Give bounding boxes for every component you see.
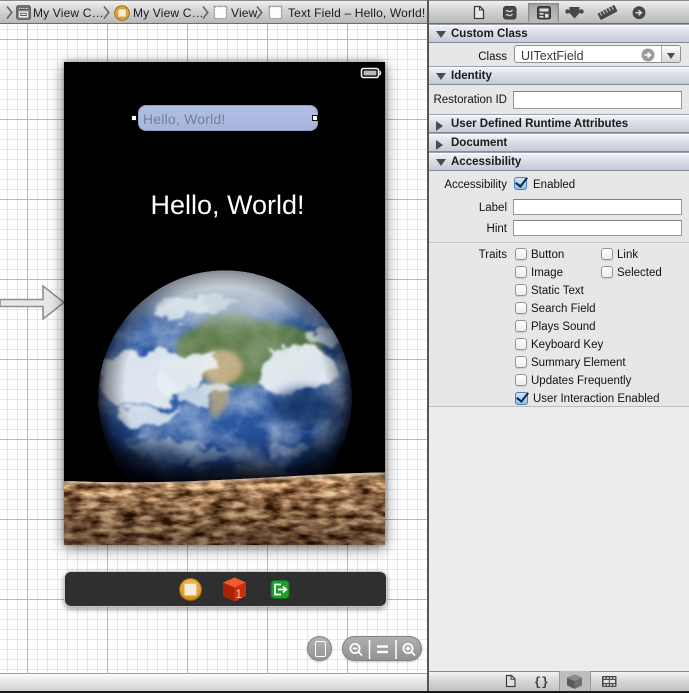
svg-text:1: 1 [236, 589, 242, 601]
svg-text:{}: {} [534, 676, 548, 690]
